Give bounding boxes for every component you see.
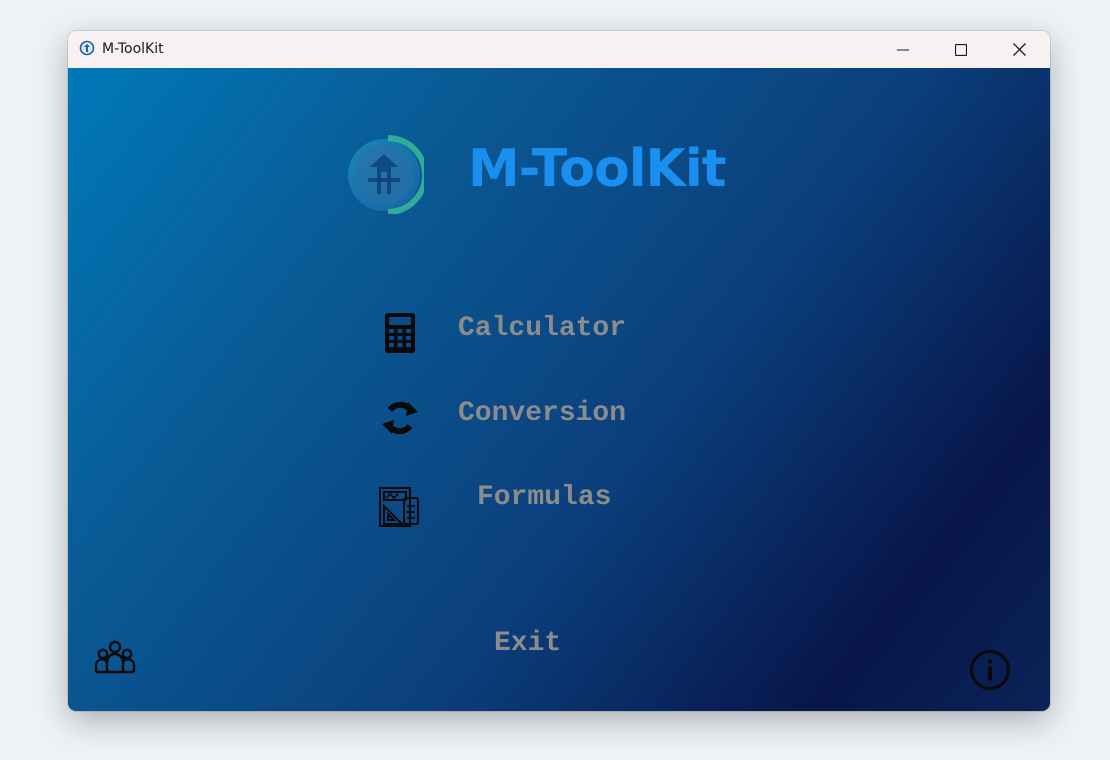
exit-button[interactable]: Exit bbox=[478, 626, 582, 666]
formulas-icon bbox=[379, 487, 419, 527]
exit-label: Exit bbox=[494, 628, 562, 659]
app-title: M-ToolKit bbox=[468, 139, 726, 199]
maximize-button[interactable] bbox=[932, 31, 990, 68]
info-icon bbox=[969, 649, 1011, 691]
close-button[interactable] bbox=[990, 31, 1048, 68]
app-window: M-ToolKit M-ToolKit Calculator Conversio… bbox=[68, 31, 1050, 711]
calculator-label: Calculator bbox=[458, 313, 627, 344]
close-icon bbox=[1012, 43, 1026, 56]
minimize-icon bbox=[897, 49, 909, 50]
team-icon bbox=[94, 640, 136, 674]
formulas-label: Formulas bbox=[477, 482, 612, 513]
team-button[interactable] bbox=[94, 638, 136, 680]
formulas-menu-item[interactable]: Formulas bbox=[368, 470, 668, 532]
app-logo-icon bbox=[348, 135, 424, 214]
app-small-logo-icon bbox=[79, 40, 95, 56]
maximize-icon bbox=[955, 43, 967, 56]
conversion-label: Conversion bbox=[458, 398, 627, 429]
minimize-button[interactable] bbox=[874, 31, 932, 68]
main-panel: M-ToolKit Calculator Conversion Formulas… bbox=[68, 68, 1050, 711]
window-title: M-ToolKit bbox=[102, 41, 164, 57]
conversion-menu-item[interactable]: Conversion bbox=[368, 386, 668, 448]
title-bar[interactable]: M-ToolKit bbox=[68, 31, 1050, 68]
refresh-arrows-icon bbox=[382, 401, 418, 435]
calculator-icon bbox=[385, 313, 415, 353]
info-button[interactable] bbox=[968, 648, 1012, 692]
calculator-menu-item[interactable]: Calculator bbox=[368, 301, 668, 363]
